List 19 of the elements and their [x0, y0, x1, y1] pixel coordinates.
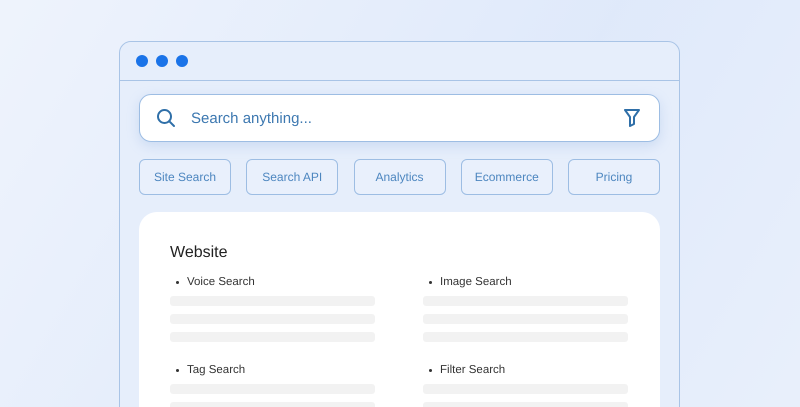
window-dots-icon: [135, 54, 189, 68]
result-label: Tag Search: [187, 364, 246, 376]
bullet-icon: [429, 368, 432, 372]
result-label: Voice Search: [187, 276, 255, 288]
bullet-icon: [176, 280, 179, 284]
category-chip[interactable]: Site Search: [139, 159, 231, 195]
category-chip[interactable]: Pricing: [568, 159, 660, 195]
result-label: Image Search: [440, 276, 512, 288]
search-icon: [156, 108, 176, 128]
filter-icon[interactable]: [623, 108, 641, 128]
bullet-icon: [429, 280, 432, 284]
search-field[interactable]: Search anything...: [139, 94, 660, 142]
card-title: Website: [170, 244, 229, 262]
category-chip[interactable]: Search API: [246, 159, 338, 195]
search-field[interactable]: Search anything...: [189, 108, 610, 128]
bullet-icon: [176, 368, 179, 372]
category-chip[interactable]: Ecommerce: [460, 159, 553, 195]
category-chip[interactable]: Analytics: [354, 159, 446, 195]
result-label: Filter Search: [440, 364, 506, 376]
